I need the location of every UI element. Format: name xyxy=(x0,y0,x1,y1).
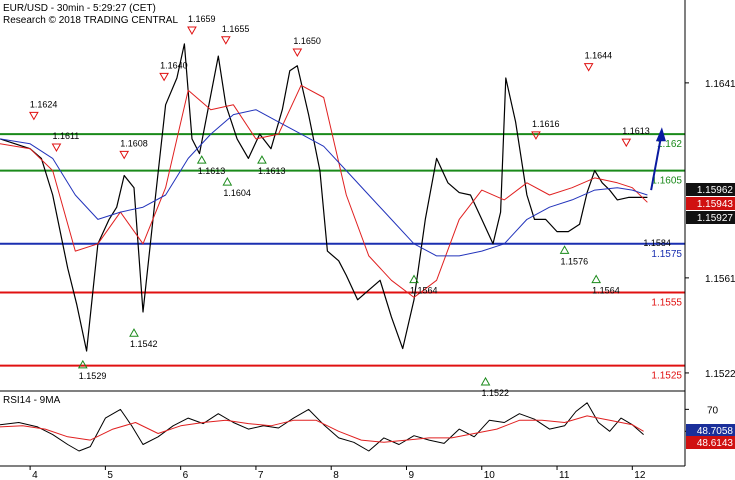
peak-label: 1.1608 xyxy=(120,138,148,148)
trough-label: 1.1604 xyxy=(223,188,251,198)
trough-label: 1.1564 xyxy=(592,286,620,296)
trough-label: 1.1564 xyxy=(410,286,438,296)
level-label: 1.1525 xyxy=(651,371,682,382)
level-label: 1.1555 xyxy=(651,298,682,309)
y-tick-label: 1.1641 xyxy=(705,79,735,90)
x-tick-label: 4 xyxy=(32,470,38,480)
peak-label: 1.1616 xyxy=(532,119,560,129)
chart-title: EUR/USD - 30min - 5:29:27 (CET) xyxy=(3,3,156,14)
chart-background xyxy=(0,0,735,480)
price-tag-label: 1.15962 xyxy=(697,185,734,196)
x-tick-label: 11 xyxy=(559,470,570,480)
peak-label: 1.1611 xyxy=(52,131,79,141)
extra-label: 1.1584 xyxy=(643,238,671,248)
peak-label: 1.1640 xyxy=(160,60,188,70)
peak-label: 1.1655 xyxy=(222,24,250,34)
trough-label: 1.1613 xyxy=(198,166,226,176)
peak-label: 1.1624 xyxy=(30,99,58,109)
trough-label: 1.1613 xyxy=(258,166,286,176)
x-tick-label: 7 xyxy=(258,470,264,480)
x-tick-label: 10 xyxy=(484,470,496,480)
price-tag-label: 1.15927 xyxy=(697,213,734,224)
y-tick-label: 1.1561 xyxy=(705,274,735,285)
peak-label: 1.1650 xyxy=(293,36,321,46)
rsi-y-tick-label: 70 xyxy=(707,405,719,416)
level-label: 1.1605 xyxy=(651,176,682,187)
price-tag-label: 1.15943 xyxy=(697,199,734,210)
x-tick-label: 8 xyxy=(333,470,339,480)
x-tick-label: 5 xyxy=(107,470,113,480)
peak-label: 1.1613 xyxy=(622,126,650,136)
rsi-value-tag-label: 48.6143 xyxy=(697,438,734,449)
level-label: 1.1575 xyxy=(651,249,682,260)
trough-label: 1.1576 xyxy=(561,256,589,266)
trough-label: 1.1529 xyxy=(79,371,107,381)
x-tick-label: 12 xyxy=(634,470,646,480)
chart-copyright: Research © 2018 TRADING CENTRAL xyxy=(3,15,178,26)
trough-label: 1.1542 xyxy=(130,339,158,349)
x-tick-label: 9 xyxy=(408,470,414,480)
trough-label: 1.1522 xyxy=(482,388,510,398)
chart: 1.1621.16051.15751.15551.15251.16241.161… xyxy=(0,0,735,480)
x-tick-label: 6 xyxy=(183,470,189,480)
peak-label: 1.1644 xyxy=(585,51,613,61)
rsi-value-tag-label: 48.7058 xyxy=(697,426,734,437)
rsi-title: RSI14 - 9MA xyxy=(3,395,61,406)
peak-label: 1.1659 xyxy=(188,14,216,24)
y-tick-label: 1.1522 xyxy=(705,369,735,380)
